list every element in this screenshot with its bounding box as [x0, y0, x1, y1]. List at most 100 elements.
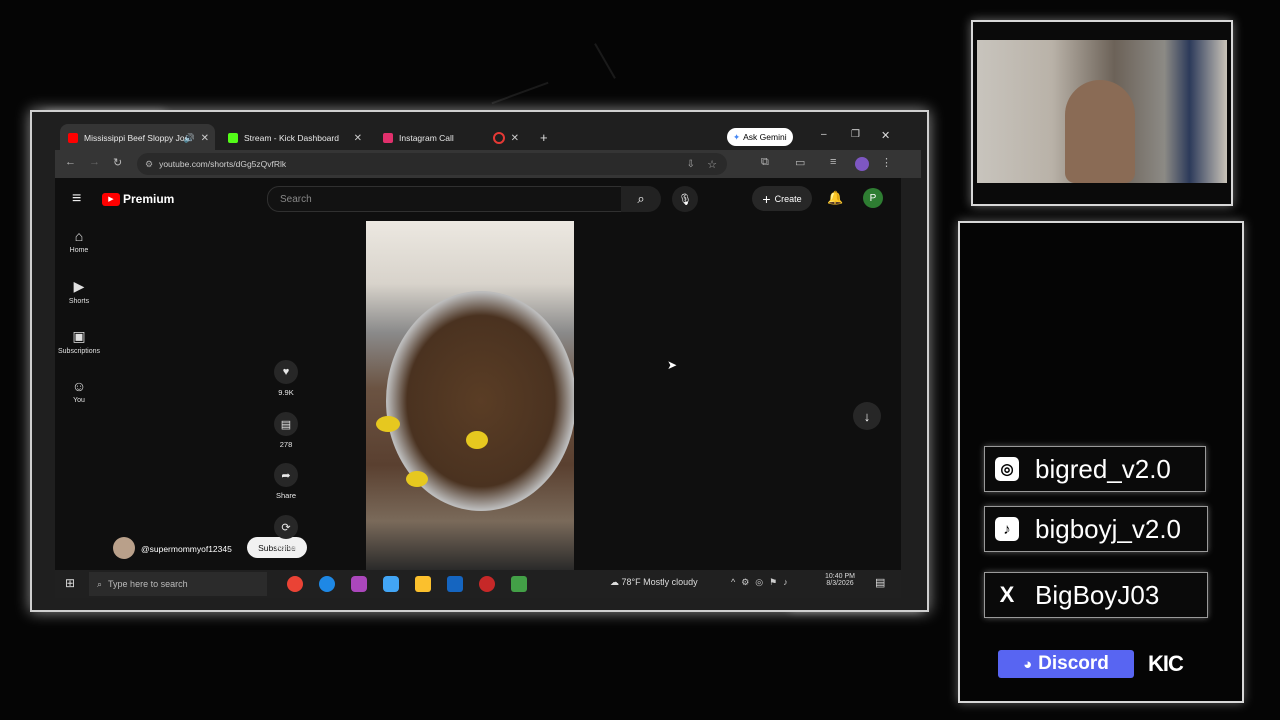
ask-gemini-button[interactable]: ✦ Ask Gemini — [727, 128, 793, 146]
search-input[interactable]: Search — [267, 186, 623, 212]
shorts-video[interactable] — [366, 221, 574, 570]
home-icon: ⌂ — [74, 228, 84, 244]
file-explorer-icon[interactable] — [415, 576, 431, 592]
comment-icon: ▤ — [274, 412, 298, 436]
remix-button[interactable]: ⟳ Remix — [271, 515, 301, 552]
system-tray-icons[interactable]: ^⚙◎⚑♪ — [731, 577, 794, 588]
weather-text: 78°F Mostly cloudy — [621, 577, 698, 587]
tab-kick[interactable]: Stream - Kick Dashboard ✕ — [220, 124, 368, 152]
search-button[interactable]: ⌕ — [621, 186, 661, 212]
channel-avatar[interactable] — [113, 537, 135, 559]
instagram-favicon-icon — [383, 133, 393, 143]
sidebar-label: Subscriptions — [57, 348, 101, 355]
share-button[interactable]: ➦ Share — [271, 463, 301, 500]
search-placeholder: Search — [280, 193, 312, 205]
microphone-icon: 🎙 — [678, 193, 692, 206]
mail-app-icon[interactable] — [383, 576, 399, 592]
new-tab-icon[interactable]: + — [540, 130, 548, 145]
video-frame-pepper — [376, 416, 400, 432]
bookmark-star-icon[interactable]: ☆ — [707, 158, 717, 171]
like-button[interactable]: ♥ 9.9K — [271, 360, 301, 397]
comment-count: 278 — [279, 440, 293, 449]
tiktok-handle: bigboyj_v2.0 — [1035, 513, 1181, 544]
chrome-app-icon[interactable] — [287, 576, 303, 592]
site-info-icon[interactable]: ⚙ — [145, 159, 153, 170]
like-heart-icon: ♥ — [274, 360, 298, 384]
taskbar-search-input[interactable]: ⌕ Type here to search — [89, 572, 267, 596]
comments-button[interactable]: ▤ 278 — [271, 412, 301, 449]
xbox-app-icon[interactable] — [511, 576, 527, 592]
tab-youtube[interactable]: Mississippi Beef Sloppy Joe 🔊 ✕ — [60, 124, 215, 152]
sidebar-item-subscriptions[interactable]: ▣ Subscriptions — [55, 328, 103, 355]
bg-decoration — [491, 81, 549, 105]
tab-instagram[interactable]: Instagram Call ✕ — [375, 124, 525, 152]
next-video-button[interactable]: ↓ — [853, 402, 881, 430]
you-icon: ☺ — [71, 378, 87, 394]
restore-icon[interactable]: ❐ — [851, 129, 860, 140]
clock-time: 10:40 PM — [825, 573, 855, 580]
url-field[interactable]: ⚙ youtube.com/shorts/dGg5zQvfRlk ⇩ ☆ — [137, 153, 727, 175]
channel-name[interactable]: @supermommyof12345 — [141, 544, 232, 554]
clock-date: 8/3/2026 — [826, 580, 854, 587]
social-instagram: ◎ bigred_v2.0 — [984, 446, 1206, 492]
recording-icon — [493, 132, 505, 144]
arrow-down-icon: ↓ — [863, 408, 871, 424]
hamburger-menu-icon[interactable]: ≡ — [72, 190, 81, 208]
reload-icon[interactable]: ↻ — [113, 156, 122, 169]
clock[interactable]: 10:40 PM 8/3/2026 — [825, 573, 855, 587]
share-arrow-icon: ➦ — [274, 463, 298, 487]
close-window-icon[interactable]: ✕ — [881, 129, 890, 142]
copilot-app-icon[interactable] — [351, 576, 367, 592]
x-handle: BigBoyJ03 — [1035, 579, 1160, 610]
back-icon[interactable]: ← — [65, 156, 76, 168]
webcam-overlay — [971, 20, 1233, 206]
voice-search-button[interactable]: 🎙 — [672, 186, 698, 212]
sidebar-item-home[interactable]: ⌂ Home — [55, 228, 103, 254]
taskbar-search-placeholder: Type here to search — [108, 579, 188, 589]
obs-app-icon[interactable] — [479, 576, 495, 592]
instagram-icon: ◎ — [995, 457, 1019, 481]
close-tab-icon[interactable]: ✕ — [354, 133, 362, 144]
sidebar-item-shorts[interactable]: ▶ Shorts — [55, 278, 103, 305]
kick-logo: KIC — [1148, 651, 1184, 676]
youtube-logo[interactable]: ▶ Premium — [102, 192, 174, 206]
discord-label: Discord — [1038, 653, 1109, 674]
share-label: Share — [275, 491, 296, 500]
kick-favicon-icon — [228, 133, 238, 143]
create-label: Create — [774, 193, 802, 204]
instagram-handle: bigred_v2.0 — [1035, 453, 1171, 484]
profile-avatar[interactable] — [855, 157, 869, 171]
remix-label: Remix — [275, 543, 297, 552]
close-tab-icon[interactable]: ✕ — [201, 133, 209, 144]
sidebar-item-you[interactable]: ☺ You — [55, 378, 103, 404]
tab-search-icon[interactable]: ▭ — [795, 156, 805, 169]
video-frame-pepper — [406, 471, 428, 487]
weather-widget[interactable]: ☁ 78°F Mostly cloudy — [610, 577, 698, 588]
menu-kebab-icon[interactable]: ⋮ — [881, 156, 892, 169]
plus-icon: + — [762, 190, 771, 207]
social-tiktok: ♪ bigboyj_v2.0 — [984, 506, 1208, 552]
youtube-play-icon: ▶ — [102, 192, 120, 206]
youtube-page: ≡ ▶ Premium Search ⌕ 🎙 + Create 🔔 P ⌂ Hom… — [55, 178, 901, 570]
notifications-bell-icon[interactable]: 🔔 — [827, 190, 843, 206]
minimize-icon[interactable]: – — [821, 129, 827, 140]
install-app-icon[interactable]: ⇩ — [687, 159, 695, 170]
notifications-icon[interactable]: ▤ — [875, 576, 885, 589]
logo-text: Premium — [123, 192, 175, 206]
windows-start-icon[interactable]: ⊞ — [65, 576, 75, 590]
speaker-icon[interactable]: 🔊 — [184, 133, 195, 144]
tab-label: Mississippi Beef Sloppy Joe — [84, 133, 190, 143]
close-tab-icon[interactable]: ✕ — [511, 133, 519, 144]
tab-bar: Mississippi Beef Sloppy Joe 🔊 ✕ Stream -… — [55, 114, 921, 152]
account-avatar[interactable]: P — [863, 188, 883, 208]
store-app-icon[interactable] — [447, 576, 463, 592]
social-x: X BigBoyJ03 — [984, 572, 1208, 618]
media-icon[interactable]: ≡ — [830, 156, 836, 168]
search-icon: ⌕ — [97, 578, 103, 589]
edge-app-icon[interactable] — [319, 576, 335, 592]
extensions-icon[interactable]: ⧉ — [761, 156, 769, 169]
streamer-silhouette — [1065, 80, 1135, 183]
forward-icon[interactable]: → — [89, 156, 100, 168]
remix-icon: ⟳ — [274, 515, 298, 539]
create-button[interactable]: + Create — [752, 186, 812, 211]
